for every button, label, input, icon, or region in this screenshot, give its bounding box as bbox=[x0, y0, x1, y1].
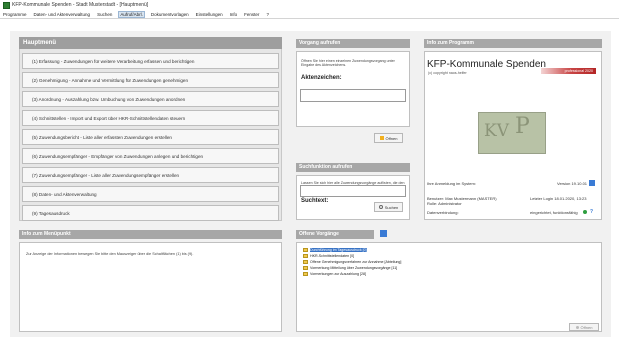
vorgang-hint: Öffnen Sie hier einen einzelnen Zuwendun… bbox=[301, 59, 395, 68]
refresh-icon[interactable] bbox=[589, 180, 595, 186]
menu-fenster[interactable]: Fenster bbox=[243, 12, 260, 17]
suchtext-input[interactable] bbox=[300, 185, 406, 197]
menu-button-3[interactable]: (3) Anordnung - Auszahlung bzw. Umbuchun… bbox=[22, 91, 279, 107]
vorgang-header: Vorgang aufrufen bbox=[296, 39, 410, 48]
open-selected-button[interactable]: Öffnen bbox=[569, 323, 599, 331]
offene-vorgaenge-header: Offene Vorgänge bbox=[296, 230, 374, 239]
tree-item[interactable]: Offene Genehmigungsverfahren zur Annahme… bbox=[303, 260, 401, 265]
suchtext-label: Suchtext: bbox=[301, 198, 329, 204]
search-button[interactable]: Suchen bbox=[374, 202, 403, 212]
menu-button-5[interactable]: (5) Zuwendungsbericht - Liste aller erfa… bbox=[22, 129, 279, 145]
window-title: KFP-Kommunale Spenden - Stadt Musterstad… bbox=[12, 2, 149, 8]
menu-daten-aktenverwaltung[interactable]: Daten- und Aktenverwaltung bbox=[33, 12, 92, 17]
menu-dokumentvorlagen[interactable]: Dokumentvorlagen bbox=[150, 12, 190, 17]
folder-icon bbox=[303, 260, 308, 264]
logo-text-p: P bbox=[515, 114, 530, 139]
info-menupunkt-text: Zur Anzeige der Informationen bewegen Si… bbox=[26, 252, 194, 256]
letzter-login-text: Letzter Login 18.01.2020, 13:23 bbox=[530, 196, 587, 201]
menu-button-2[interactable]: (2) Genehmigung - Annahme und Vermittlun… bbox=[22, 72, 279, 88]
copyright-text: (c) copyright naos-helfer bbox=[428, 71, 467, 75]
menu-suchen[interactable]: Suchen bbox=[96, 12, 113, 17]
program-title: KFP-Kommunale Spenden bbox=[427, 59, 546, 70]
title-bar: KFP-Kommunale Spenden - Stadt Musterstad… bbox=[0, 0, 619, 10]
app-icon bbox=[3, 1, 10, 9]
menu-button-8[interactable]: (8) Daten- und Aktenverwaltung bbox=[22, 186, 279, 202]
tree-item[interactable]: Durchführung im Tagesausdruck [0] bbox=[303, 248, 367, 253]
open-icon bbox=[379, 136, 384, 140]
folder-icon bbox=[303, 248, 308, 252]
menu-button-4[interactable]: (4) Schnittstellen - Import und Export ü… bbox=[22, 110, 279, 126]
menu-bar: Programme Daten- und Aktenverwaltung Suc… bbox=[0, 10, 619, 19]
menu-programme[interactable]: Programme bbox=[2, 12, 28, 17]
menu-einstellungen[interactable]: Einstellungen bbox=[195, 12, 224, 17]
folder-icon bbox=[303, 254, 308, 258]
menu-info[interactable]: Info bbox=[229, 12, 239, 17]
suche-header: Suchfunktion aufrufen bbox=[296, 163, 410, 172]
suche-panel: Lassen Sie sich hier alle Zuwendungsvorg… bbox=[296, 175, 410, 220]
menu-aufruf[interactable]: Aufruf/Abrl. bbox=[118, 10, 145, 18]
open-vorgang-label: Öffnen bbox=[385, 136, 398, 141]
open-vorgang-button[interactable]: Öffnen bbox=[374, 133, 403, 143]
refresh-vorgaenge-icon[interactable] bbox=[380, 230, 387, 237]
tree-item[interactable]: HKR-Schnittstellendaten [0] bbox=[303, 254, 354, 259]
menu-button-1[interactable]: (1) Erfassung - Zuwendungen für weitere … bbox=[22, 53, 279, 69]
info-menupunkt-header: Info zum Menüpunkt bbox=[19, 230, 282, 239]
program-logo: KV P bbox=[478, 112, 546, 154]
tree-item[interactable]: Vormerkung Mitteilung über Zuwendungsvor… bbox=[303, 266, 397, 271]
open-selected-label: Öffnen bbox=[580, 325, 593, 330]
help-icon[interactable]: ? bbox=[590, 209, 595, 215]
search-icon bbox=[378, 205, 383, 209]
datenverbindung-status: eingerichtet, funktionsfähig bbox=[530, 210, 578, 215]
aktenzeichen-label: Aktenzeichen: bbox=[301, 75, 342, 81]
menu-button-7[interactable]: (7) Zuwendungsempfänger - Liste aller Zu… bbox=[22, 167, 279, 183]
version-text: Version 19.10.01 bbox=[557, 181, 588, 186]
status-ok-icon bbox=[583, 210, 587, 214]
anmeldung-label: Ihre Anmeldung im System: bbox=[427, 181, 476, 186]
logo-text-kv: KV bbox=[484, 121, 509, 141]
search-button-label: Suchen bbox=[384, 205, 399, 210]
info-menupunkt-panel: Zur Anzeige der Informationen bewegen Si… bbox=[19, 242, 282, 332]
datenverbindung-label: Datenverbindung: bbox=[427, 210, 459, 215]
edition-badge: professional 2020 bbox=[541, 68, 596, 74]
main-menu-header: Hauptmenü bbox=[19, 37, 282, 49]
info-programm-header: Info zum Programm bbox=[424, 39, 602, 48]
menu-help[interactable]: ? bbox=[265, 12, 270, 17]
aktenzeichen-input[interactable] bbox=[300, 89, 406, 102]
menu-button-6[interactable]: (6) Zuwendungsempfänger - Empfänger von … bbox=[22, 148, 279, 164]
menu-button-9[interactable]: (9) Tagesausdruck bbox=[22, 205, 279, 221]
rolle-text: Rolle: Administrator bbox=[427, 201, 462, 206]
open-selected-icon bbox=[575, 326, 579, 329]
folder-icon bbox=[303, 266, 308, 270]
tree-item[interactable]: Vormerkungen zur Auszahlung [28] bbox=[303, 272, 366, 277]
folder-icon bbox=[303, 272, 308, 276]
